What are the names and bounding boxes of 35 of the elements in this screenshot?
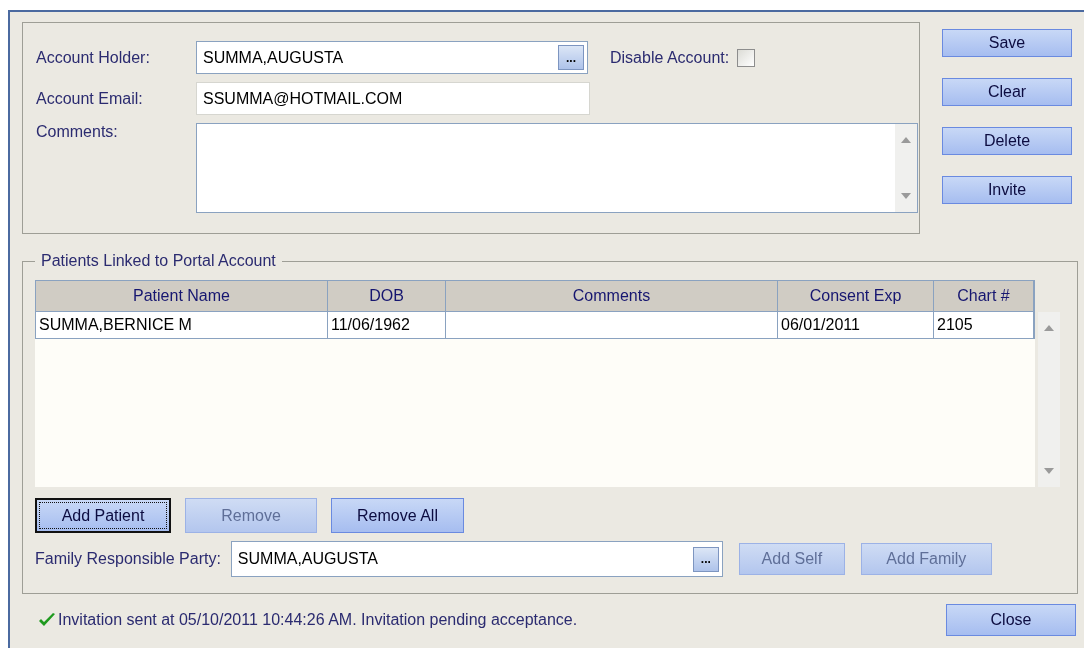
browse-button[interactable]: ... [558, 45, 584, 70]
disable-account-checkbox[interactable] [737, 48, 756, 67]
action-button[interactable]: Invite [942, 176, 1072, 204]
column-header[interactable]: Comments [446, 281, 778, 311]
scroll-down-icon[interactable] [1043, 467, 1055, 475]
browse-button[interactable]: ... [692, 546, 719, 572]
table-cell: 11/06/1962 [328, 312, 446, 338]
action-button[interactable]: Remove All [331, 498, 464, 533]
account-holder-field[interactable]: SUMMA,AUGUSTA ... [196, 41, 588, 74]
column-header[interactable]: Consent Exp [778, 281, 934, 311]
scrollbar[interactable] [1038, 312, 1060, 487]
field-label: Account Holder: [36, 48, 151, 67]
column-header[interactable]: Chart # [934, 281, 1034, 311]
field-label: Comments: [36, 123, 119, 141]
column-header[interactable]: Patient Name [36, 281, 328, 311]
comments-field[interactable] [196, 123, 918, 213]
family-party-field[interactable]: SUMMA,AUGUSTA ... [230, 541, 723, 577]
scrollbar[interactable] [895, 124, 917, 212]
table-cell: 2105 [934, 312, 1034, 338]
column-header[interactable]: DOB [328, 281, 446, 311]
scroll-up-icon[interactable] [1043, 324, 1055, 332]
action-button[interactable]: Clear [942, 78, 1072, 106]
action-button[interactable]: Delete [942, 127, 1072, 155]
scroll-up-icon[interactable] [900, 136, 912, 144]
status-message: Invitation sent at 05/10/2011 10:44:26 AM. Invitation pending acceptance. [58, 611, 579, 629]
scroll-down-icon[interactable] [900, 192, 912, 200]
table-cell: SUMMA,BERNICE M [36, 312, 328, 338]
action-button[interactable]: Add Patient [35, 498, 171, 533]
field-label: Account Email: [36, 89, 144, 108]
field-label: Disable Account: [610, 48, 730, 67]
action-button[interactable]: Save [942, 29, 1072, 57]
table-cell: 06/01/2011 [778, 312, 934, 338]
account-email-field[interactable]: SSUMMA@HOTMAIL.COM [196, 82, 590, 115]
close-button[interactable]: Close [946, 604, 1076, 636]
field-label: Family Responsible Party: [35, 550, 221, 568]
